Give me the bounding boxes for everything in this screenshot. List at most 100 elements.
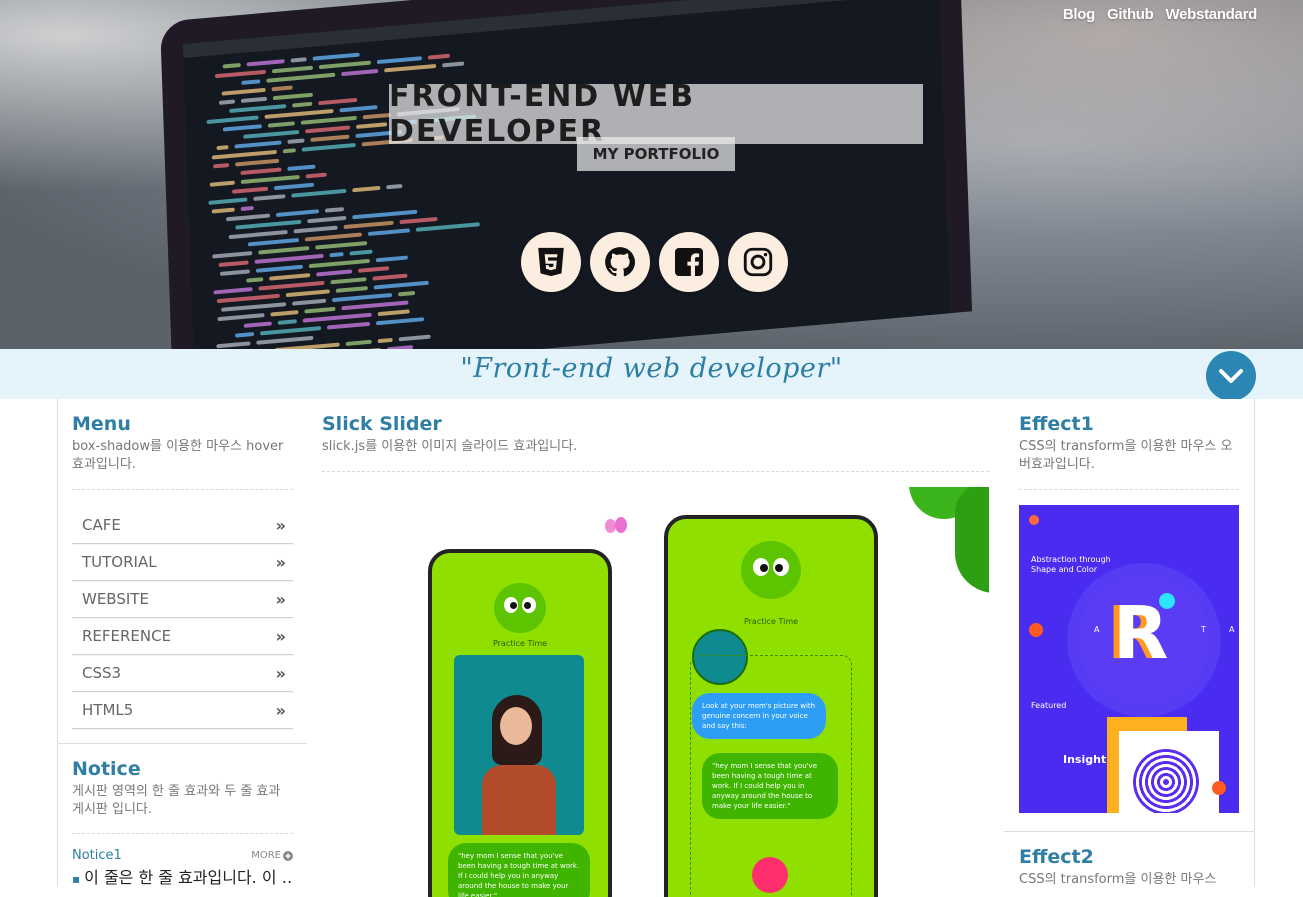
menu-item-reference[interactable]: REFERENCE »	[72, 618, 293, 655]
slider-divider	[322, 471, 989, 472]
nav-link-webstandard[interactable]: Webstandard	[1166, 6, 1257, 23]
code-line	[291, 57, 307, 62]
hero-section: Blog Github Webstandard FRONT-END WEB DE…	[0, 0, 1303, 349]
notice-title: Notice	[72, 758, 293, 780]
phone-mockup-left: Practice Time "hey mom I sense that you'…	[428, 549, 612, 897]
code-line	[309, 259, 370, 268]
code-line	[291, 189, 346, 198]
code-line	[240, 167, 281, 175]
notice-item[interactable]: ▪이 줄은 한 줄 효과입니다. 이 …	[72, 864, 293, 888]
code-line	[294, 226, 338, 234]
github-icon[interactable]	[590, 232, 650, 292]
code-line	[363, 113, 391, 119]
code-line	[212, 208, 235, 214]
card-r-letter: R	[1113, 597, 1168, 669]
slider-image[interactable]: Practice Time "hey mom I sense that you'…	[322, 487, 989, 897]
code-line	[292, 299, 326, 306]
nav-link-blog[interactable]: Blog	[1063, 6, 1095, 23]
quote-banner: "Front-end web developer"	[0, 349, 1303, 399]
code-line	[223, 124, 262, 131]
slider-header: Slick Slider slick.js를 이용한 이미지 슬라이드 효과입니…	[307, 399, 1004, 472]
code-line	[253, 194, 285, 201]
chevron-down-icon	[1216, 361, 1246, 391]
mascot-icon	[741, 541, 801, 599]
chat-bubble: "hey mom I sense that you've been having…	[702, 753, 838, 819]
code-line	[241, 206, 254, 211]
card-heading: Abstraction through Shape and Color	[1031, 555, 1121, 575]
code-line	[217, 294, 280, 303]
card-letter: T	[1201, 625, 1206, 634]
code-line	[272, 85, 293, 91]
right-column: Effect1 CSS의 transform을 이용한 마우스 오버효과입니다.…	[1004, 399, 1255, 887]
code-line	[325, 207, 344, 213]
code-line	[356, 122, 387, 129]
code-line	[215, 70, 266, 78]
menu-list: CAFE » TUTORIAL » WEBSITE » REFERENCE » …	[72, 507, 293, 729]
html5-icon[interactable]	[521, 232, 581, 292]
phone-label: Practice Time	[432, 639, 608, 648]
more-label: MORE	[251, 850, 281, 861]
code-line	[329, 252, 343, 257]
effect1-image[interactable]: Abstraction through Shape and Color R A …	[1019, 505, 1239, 813]
code-line	[244, 321, 272, 327]
menu-item-website[interactable]: WEBSITE »	[72, 581, 293, 618]
code-line	[378, 309, 410, 316]
code-line	[318, 98, 357, 105]
code-line	[358, 266, 389, 273]
code-line	[219, 260, 249, 267]
menu-item-cafe[interactable]: CAFE »	[72, 507, 293, 544]
banner-quote: "Front-end web developer"	[0, 353, 1303, 384]
code-line	[274, 183, 314, 190]
code-line	[352, 186, 380, 192]
chat-bubble-text: "hey mom I sense that you've been having…	[458, 852, 579, 897]
code-line	[273, 93, 313, 100]
menu-item-label: REFERENCE	[82, 627, 171, 645]
code-line	[272, 66, 313, 74]
double-chevron-right-icon: »	[276, 701, 283, 720]
photo-card	[454, 655, 584, 835]
code-line	[219, 100, 235, 105]
more-link[interactable]: MORE	[251, 850, 293, 861]
code-line	[400, 217, 438, 224]
code-line	[264, 109, 333, 119]
menu-item-label: CSS3	[82, 664, 121, 682]
code-line	[220, 269, 250, 276]
scroll-down-button[interactable]	[1206, 351, 1256, 401]
middle-column: Slick Slider slick.js를 이용한 이미지 슬라이드 효과입니…	[307, 399, 1005, 887]
code-line	[241, 175, 300, 184]
code-line	[304, 307, 335, 314]
code-line	[442, 61, 464, 67]
card-pattern-panel	[1119, 731, 1219, 813]
plus-circle-icon	[283, 851, 293, 861]
code-line	[235, 159, 279, 167]
menu-description: box-shadow를 이용한 마우스 hover 효과입니다.	[72, 438, 293, 474]
top-nav: Blog Github Webstandard	[1063, 6, 1257, 23]
phone-label: Practice Time	[668, 617, 874, 626]
code-line	[207, 115, 259, 124]
code-line	[212, 150, 277, 160]
code-line	[216, 145, 228, 150]
code-line	[313, 53, 360, 61]
code-line	[232, 187, 268, 194]
double-chevron-right-icon: »	[276, 553, 283, 572]
code-line	[278, 319, 297, 325]
facebook-icon[interactable]	[659, 232, 719, 292]
menu-item-tutorial[interactable]: TUTORIAL »	[72, 544, 293, 581]
double-chevron-right-icon: »	[276, 516, 283, 535]
code-line	[260, 326, 321, 335]
code-line	[428, 54, 450, 60]
double-chevron-right-icon: »	[276, 590, 283, 609]
hero-title-box: FRONT-END WEB DEVELOPER	[389, 84, 923, 144]
notice-tab[interactable]: Notice1	[72, 848, 122, 863]
code-line	[235, 220, 301, 230]
code-line	[301, 116, 357, 125]
code-line	[341, 300, 408, 310]
menu-divider	[72, 489, 293, 490]
instagram-icon[interactable]	[728, 232, 788, 292]
nav-link-github[interactable]: Github	[1107, 6, 1154, 23]
notice-header: Notice1 MORE	[72, 848, 293, 863]
menu-item-html5[interactable]: HTML5 »	[72, 692, 293, 729]
menu-item-css3[interactable]: CSS3 »	[72, 655, 293, 692]
code-line	[235, 332, 254, 338]
code-line	[306, 173, 327, 179]
